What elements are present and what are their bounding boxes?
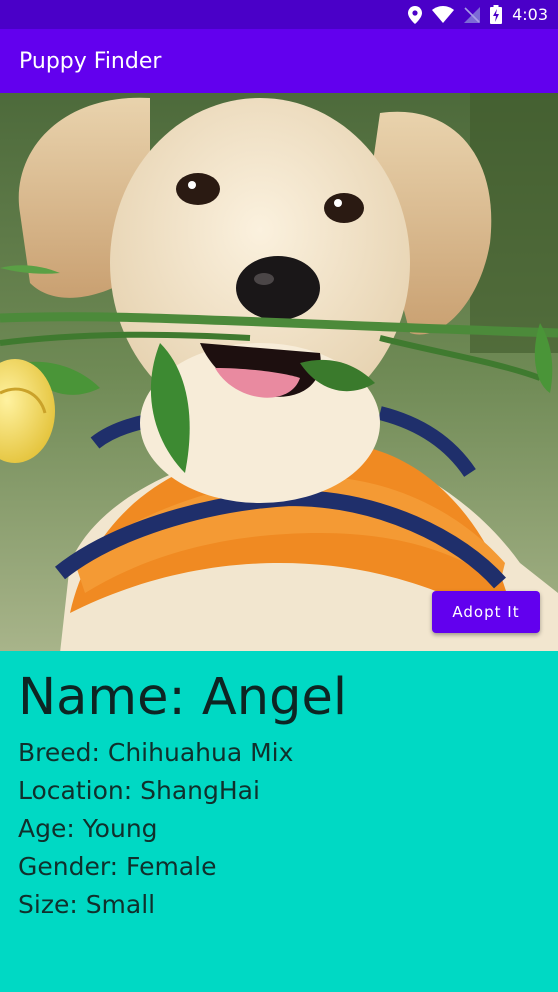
status-time: 4:03 — [512, 5, 548, 24]
pet-location: Location: ShangHai — [18, 776, 260, 805]
adopt-button[interactable]: Adopt It — [432, 591, 540, 633]
puppy-photo — [0, 93, 558, 651]
pet-details: Name: Angel Breed: Chihuahua Mix Locatio… — [18, 662, 347, 924]
pet-size: Size: Small — [18, 890, 156, 919]
pet-breed: Breed: Chihuahua Mix — [18, 738, 294, 767]
app-bar: Puppy Finder — [0, 29, 558, 93]
no-signal-icon — [464, 6, 481, 23]
status-bar: 4:03 — [0, 0, 558, 29]
pet-age: Age: Young — [18, 814, 158, 843]
pet-gender: Gender: Female — [18, 852, 217, 881]
app-title: Puppy Finder — [19, 48, 162, 74]
wifi-icon — [432, 6, 455, 23]
battery-charging-icon — [490, 5, 503, 24]
pet-name: Name: Angel — [18, 668, 347, 727]
location-icon — [408, 5, 423, 24]
status-icons: 4:03 — [408, 0, 548, 29]
